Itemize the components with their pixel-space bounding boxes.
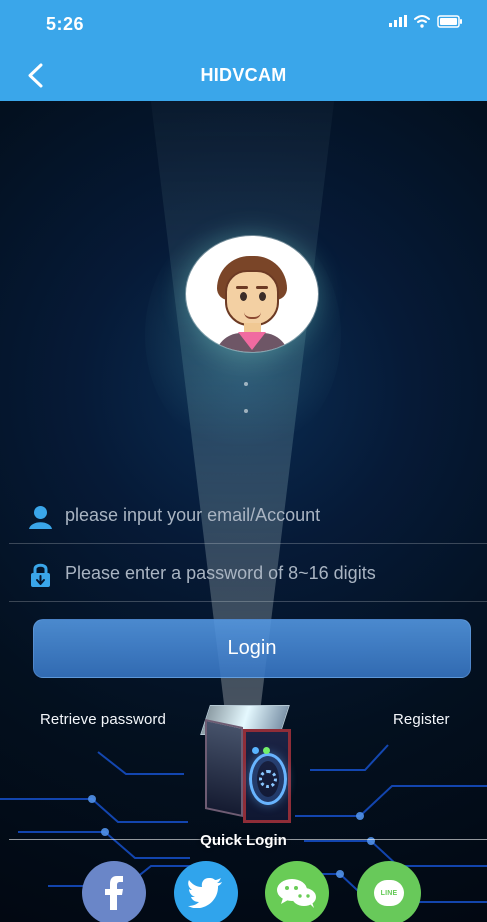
status-time: 5:26 bbox=[46, 14, 85, 34]
decorative-dots bbox=[244, 382, 248, 422]
device-gear-icon bbox=[259, 770, 277, 788]
twitter-icon bbox=[187, 878, 222, 908]
avatar-right-eye bbox=[259, 292, 266, 301]
avatar-right-eyebrow bbox=[256, 286, 268, 289]
decorative-dot bbox=[244, 409, 248, 413]
facebook-icon bbox=[105, 876, 123, 910]
facebook-login-button[interactable] bbox=[82, 861, 146, 922]
login-screen: 5:26 HIDVCAM please input your email/Acc… bbox=[0, 0, 487, 922]
account-input[interactable] bbox=[65, 498, 470, 532]
password-field-row bbox=[9, 544, 487, 602]
lock-icon bbox=[25, 560, 55, 590]
wifi-icon bbox=[414, 15, 430, 28]
status-bar: 5:26 bbox=[0, 0, 487, 48]
device-blue-light bbox=[252, 747, 259, 754]
device-left-panel bbox=[205, 718, 243, 818]
signal-icon bbox=[389, 15, 407, 27]
camera-device-illustration bbox=[185, 683, 313, 843]
navigation-bar: HIDVCAM bbox=[0, 48, 487, 101]
user-icon bbox=[25, 502, 55, 532]
password-input[interactable] bbox=[65, 556, 470, 590]
avatar-left-eye bbox=[240, 292, 247, 301]
login-button[interactable]: Login bbox=[33, 619, 471, 678]
device-green-light bbox=[263, 747, 270, 754]
quick-login-label: Quick Login bbox=[200, 832, 287, 849]
page-title: HIDVCAM bbox=[200, 65, 287, 85]
decorative-dot bbox=[244, 382, 248, 386]
line-icon: LINE bbox=[374, 880, 404, 906]
wechat-icon bbox=[277, 879, 316, 908]
avatar[interactable] bbox=[186, 236, 318, 352]
status-icons bbox=[388, 15, 463, 28]
account-field-row bbox=[9, 486, 487, 544]
avatar-left-eyebrow bbox=[236, 286, 248, 289]
twitter-login-button[interactable] bbox=[174, 861, 238, 922]
wechat-login-button[interactable] bbox=[265, 861, 329, 922]
battery-icon bbox=[437, 15, 462, 28]
line-login-button[interactable]: LINE bbox=[357, 861, 421, 922]
